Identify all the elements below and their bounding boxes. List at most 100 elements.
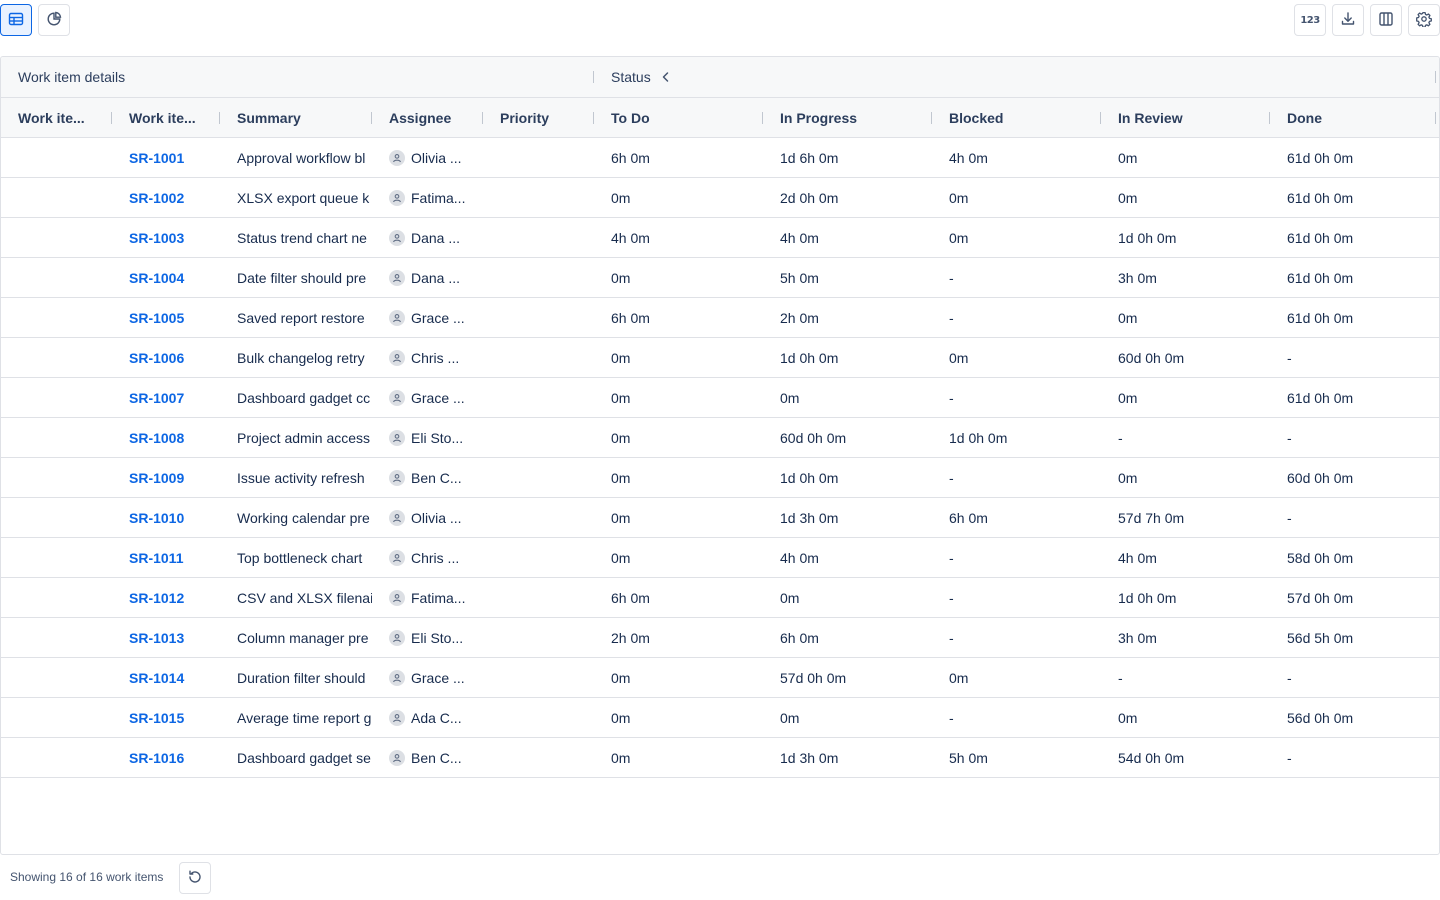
table-row[interactable]: SR-1016 Dashboard gadget se Ben C... 0m 1d 3… — [1, 738, 1439, 778]
column-resize-handle[interactable] — [111, 112, 112, 124]
assignee-name: Olivia ... — [411, 509, 462, 526]
column-header-priority[interactable]: Priority — [500, 98, 590, 137]
settings-button[interactable] — [1408, 4, 1440, 36]
column-resize-handle[interactable] — [931, 112, 932, 124]
cell-blocked: 0m — [949, 349, 969, 366]
table-row[interactable]: SR-1008 Project admin access Eli Sto... 0m 6… — [1, 418, 1439, 458]
cell-assignee: Grace ... — [389, 658, 479, 697]
assignee-name: Chris ... — [411, 549, 460, 566]
cell-key[interactable]: SR-1012 — [129, 578, 214, 617]
cell-key[interactable]: SR-1016 — [129, 738, 214, 777]
chevron-left-icon[interactable] — [661, 71, 671, 83]
assignee-name: Ada C... — [411, 709, 462, 726]
table-row[interactable]: SR-1011 Top bottleneck chart Chris ... 0m 4h… — [1, 538, 1439, 578]
cell-inreview: 60d 0h 0m — [1118, 349, 1185, 366]
cell-key[interactable]: SR-1006 — [129, 338, 214, 377]
table-row[interactable]: SR-1015 Average time report g Ada C... 0m 0m… — [1, 698, 1439, 738]
assignee-name: Dana ... — [411, 269, 461, 286]
cell-assignee: Chris ... — [389, 538, 479, 577]
table-row[interactable]: SR-1010 Working calendar pre Olivia ... 0m 1… — [1, 498, 1439, 538]
cell-blocked: 6h 0m — [949, 509, 988, 526]
cell-assignee: Ada C... — [389, 698, 479, 737]
columns-button[interactable] — [1370, 4, 1402, 36]
cell-inprogress: 4h 0m — [780, 549, 819, 566]
table-row[interactable]: SR-1004 Date filter should pre Dana ... 0m 5… — [1, 258, 1439, 298]
cell-done: - — [1287, 749, 1292, 766]
table-icon — [8, 11, 24, 30]
table-view-button[interactable] — [0, 4, 32, 36]
reset-button[interactable] — [179, 862, 211, 894]
table-row[interactable]: SR-1014 Duration filter should Grace ... 0m… — [1, 658, 1439, 698]
column-header-inreview[interactable]: In Review — [1118, 98, 1263, 137]
cell-inreview: 0m — [1118, 189, 1138, 206]
column-header-done[interactable]: Done — [1287, 98, 1432, 137]
table-row[interactable]: SR-1003 Status trend chart ne Dana ... 4h 0… — [1, 218, 1439, 258]
chart-view-button[interactable] — [38, 4, 70, 36]
cell-done: 58d 0h 0m — [1287, 549, 1354, 566]
cell-inprogress: 2d 0h 0m — [780, 189, 839, 206]
column-resize-handle[interactable] — [1100, 112, 1101, 124]
column-header-key[interactable]: Work ite... — [129, 98, 214, 137]
cell-key[interactable]: SR-1015 — [129, 698, 214, 737]
group-separator[interactable] — [1435, 71, 1436, 83]
column-header-type[interactable]: Work ite... — [18, 98, 106, 137]
cell-key[interactable]: SR-1008 — [129, 418, 214, 457]
table-row[interactable]: SR-1001 Approval workflow bl Olivia ... 6h … — [1, 138, 1439, 178]
column-resize-handle[interactable] — [1435, 112, 1436, 124]
cell-summary: Average time report g — [237, 709, 372, 726]
table-row[interactable]: SR-1002 XLSX export queue k Fatima... 0m 2d … — [1, 178, 1439, 218]
table-row[interactable]: SR-1006 Bulk changelog retry Chris ... 0m 1d… — [1, 338, 1439, 378]
cell-done: 61d 0h 0m — [1287, 149, 1354, 166]
toolbar: 123 — [0, 0, 1440, 40]
cell-key[interactable]: SR-1004 — [129, 258, 214, 297]
table-row[interactable]: SR-1013 Column manager pre Eli Sto... 2h 0m… — [1, 618, 1439, 658]
cell-todo: 4h 0m — [611, 229, 650, 246]
cell-key[interactable]: SR-1005 — [129, 298, 214, 337]
cell-done: - — [1287, 669, 1292, 686]
cell-blocked: - — [949, 549, 954, 566]
assignee-name: Chris ... — [411, 349, 460, 366]
cell-key[interactable]: SR-1009 — [129, 458, 214, 497]
number-format-button[interactable]: 123 — [1294, 4, 1326, 36]
cell-key[interactable]: SR-1003 — [129, 218, 214, 257]
cell-key[interactable]: SR-1001 — [129, 138, 214, 177]
cell-key[interactable]: SR-1002 — [129, 178, 214, 217]
cell-inprogress: 1d 3h 0m — [780, 749, 839, 766]
column-header-inprogress[interactable]: In Progress — [780, 98, 925, 137]
cell-done: 56d 0h 0m — [1287, 709, 1354, 726]
column-header-todo[interactable]: To Do — [611, 98, 756, 137]
column-resize-handle[interactable] — [371, 112, 372, 124]
cell-inreview: 0m — [1118, 149, 1138, 166]
cell-key[interactable]: SR-1011 — [129, 538, 214, 577]
cell-key[interactable]: SR-1007 — [129, 378, 214, 417]
table-row[interactable]: SR-1007 Dashboard gadget cc Grace ... 0m 0m -… — [1, 378, 1439, 418]
avatar-icon — [389, 509, 405, 526]
column-header-assignee[interactable]: Assignee — [389, 98, 479, 137]
cell-assignee: Olivia ... — [389, 138, 479, 177]
column-resize-handle[interactable] — [1269, 112, 1270, 124]
export-button[interactable] — [1332, 4, 1364, 36]
avatar-icon — [389, 149, 405, 166]
table-row[interactable]: SR-1009 Issue activity refresh Ben C... 0m 1… — [1, 458, 1439, 498]
cell-inreview: 0m — [1118, 709, 1138, 726]
group-separator[interactable] — [593, 71, 594, 83]
column-resize-handle[interactable] — [482, 112, 483, 124]
cell-key[interactable]: SR-1010 — [129, 498, 214, 537]
cell-key[interactable]: SR-1013 — [129, 618, 214, 657]
column-resize-handle[interactable] — [219, 112, 220, 124]
cell-todo: 0m — [611, 709, 631, 726]
table-row[interactable]: SR-1012 CSV and XLSX filenai Fatima... 6h 0… — [1, 578, 1439, 618]
column-resize-handle[interactable] — [762, 112, 763, 124]
column-header-blocked[interactable]: Blocked — [949, 98, 1094, 137]
cell-assignee: Dana ... — [389, 218, 479, 257]
cell-inreview: 1d 0h 0m — [1118, 229, 1177, 246]
table-row[interactable]: SR-1005 Saved report restore Grace ... 6h 0… — [1, 298, 1439, 338]
cell-key[interactable]: SR-1014 — [129, 658, 214, 697]
column-resize-handle[interactable] — [593, 112, 594, 124]
cell-summary: Status trend chart ne — [237, 229, 367, 246]
group-status[interactable]: Status — [611, 57, 811, 97]
column-header-summary[interactable]: Summary — [237, 98, 367, 137]
avatar-icon — [389, 469, 405, 486]
assignee-name: Dana ... — [411, 229, 461, 246]
cell-todo: 0m — [611, 389, 631, 406]
